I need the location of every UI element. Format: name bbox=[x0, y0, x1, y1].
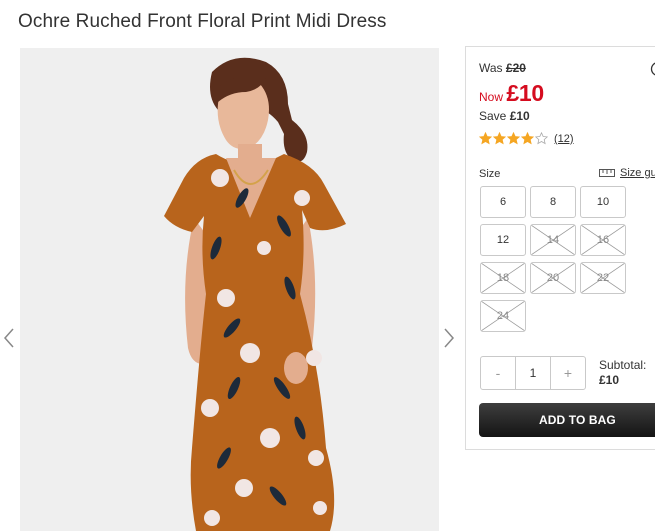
product-buy-panel: Was £20 Now £10 Save £10 (12) Size Size … bbox=[465, 46, 655, 450]
size-guide-label: Size gu bbox=[620, 167, 655, 179]
now-price: Now £10 bbox=[479, 80, 544, 107]
size-option-20: 20 bbox=[530, 262, 576, 294]
size-option-12[interactable]: 12 bbox=[480, 224, 526, 256]
save-label: Save bbox=[479, 109, 507, 123]
star-filled-icon bbox=[479, 132, 492, 145]
ruler-icon bbox=[599, 169, 615, 177]
size-option-label: 18 bbox=[496, 272, 510, 284]
was-value: £20 bbox=[505, 61, 526, 75]
size-guide-link[interactable]: Size gu bbox=[599, 167, 655, 179]
chevron-left-icon[interactable] bbox=[2, 326, 16, 350]
star-empty-icon bbox=[535, 132, 548, 145]
add-to-bag-button[interactable]: ADD TO BAG bbox=[479, 403, 655, 437]
stars bbox=[479, 132, 549, 145]
now-label: Now bbox=[479, 90, 504, 104]
size-option-8[interactable]: 8 bbox=[530, 186, 576, 218]
chevron-right-icon[interactable] bbox=[442, 326, 456, 350]
subtotal: Subtotal: £10 bbox=[599, 358, 646, 388]
size-option-label: 16 bbox=[596, 234, 610, 246]
size-label: Size bbox=[479, 168, 501, 180]
star-filled-icon bbox=[521, 132, 534, 145]
size-option-label: 14 bbox=[546, 234, 560, 246]
save-value: £10 bbox=[509, 109, 530, 123]
star-filled-icon bbox=[507, 132, 520, 145]
subtotal-value: £10 bbox=[599, 373, 620, 387]
size-option-16: 16 bbox=[580, 224, 626, 256]
quantity-input[interactable]: 1 bbox=[515, 357, 551, 389]
size-option-10[interactable]: 10 bbox=[580, 186, 626, 218]
size-option-label: 6 bbox=[499, 196, 507, 208]
size-option-label: 10 bbox=[596, 196, 610, 208]
size-option-24: 24 bbox=[480, 300, 526, 332]
star-rating[interactable]: (12) bbox=[479, 132, 574, 145]
size-option-18: 18 bbox=[480, 262, 526, 294]
product-gallery bbox=[0, 46, 460, 531]
star-filled-icon bbox=[493, 132, 506, 145]
size-option-14: 14 bbox=[530, 224, 576, 256]
decrease-quantity-button[interactable]: - bbox=[481, 357, 515, 389]
size-option-label: 12 bbox=[496, 234, 510, 246]
now-value: £10 bbox=[506, 80, 544, 106]
was-label: Was bbox=[479, 61, 503, 75]
increase-quantity-button[interactable]: + bbox=[551, 357, 585, 389]
review-count-link[interactable]: (12) bbox=[554, 133, 574, 145]
size-option-label: 24 bbox=[496, 310, 510, 322]
quantity-stepper: - 1 + bbox=[480, 356, 586, 390]
size-option-label: 20 bbox=[546, 272, 560, 284]
size-option-label: 22 bbox=[596, 272, 610, 284]
product-title: Ochre Ruched Front Floral Print Midi Dre… bbox=[18, 11, 387, 32]
wishlist-heart-icon[interactable] bbox=[650, 61, 655, 77]
was-price: Was £20 bbox=[479, 61, 526, 75]
size-option-6[interactable]: 6 bbox=[480, 186, 526, 218]
size-option-22: 22 bbox=[580, 262, 626, 294]
subtotal-label: Subtotal: bbox=[599, 358, 647, 372]
size-option-label: 8 bbox=[549, 196, 557, 208]
save-amount: Save £10 bbox=[479, 109, 530, 123]
product-image bbox=[20, 48, 439, 531]
